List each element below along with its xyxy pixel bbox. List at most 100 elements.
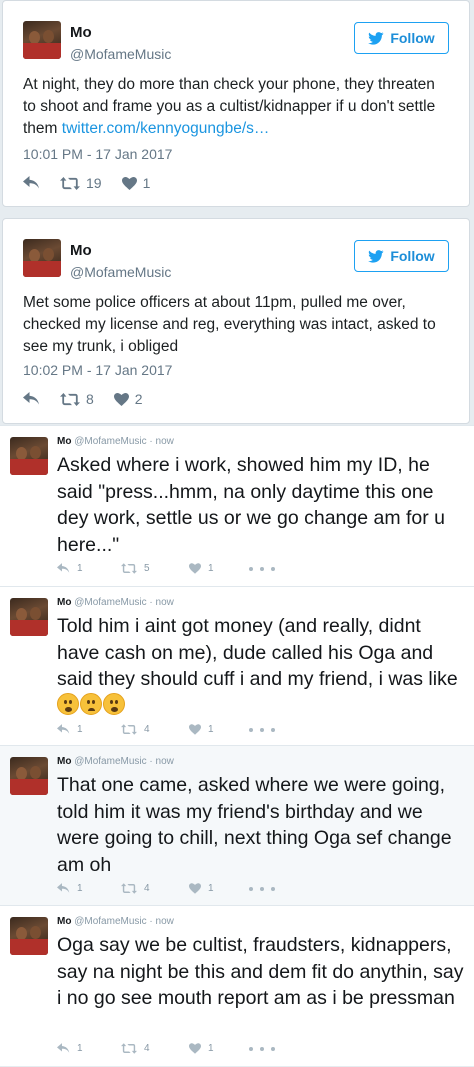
heart-icon <box>189 1043 201 1054</box>
tweet-time[interactable]: now <box>156 916 174 927</box>
like-count: 1 <box>208 883 214 894</box>
tweet-link[interactable]: twitter.com/kennyogungbe/s… <box>62 120 270 137</box>
tweet-actions: 1 4 1 <box>57 1043 275 1054</box>
tweet-text-content: That one came, asked where we were going… <box>57 774 452 876</box>
author-handle[interactable]: @MofameMusic <box>74 916 146 927</box>
tweet-text: Met some police officers at about 11pm, … <box>23 294 436 355</box>
reply-button[interactable]: 1 <box>57 883 121 894</box>
reply-icon <box>23 176 39 189</box>
tweet-time[interactable]: now <box>156 436 174 447</box>
avatar[interactable] <box>10 757 48 795</box>
retweet-icon <box>121 563 137 574</box>
embedded-tweet-card[interactable]: Mo @MofameMusic Follow At night, they do… <box>2 0 470 207</box>
retweet-button[interactable]: 4 <box>121 1043 189 1054</box>
like-button[interactable]: 1 <box>189 563 249 574</box>
retweet-count: 4 <box>144 1043 150 1054</box>
retweet-count: 4 <box>144 724 150 735</box>
retweet-button[interactable]: 4 <box>121 883 189 894</box>
retweet-icon <box>121 1043 137 1054</box>
twitter-bird-icon <box>368 249 384 263</box>
follow-button[interactable]: Follow <box>354 22 449 54</box>
worried-face-emoji <box>57 692 79 715</box>
author-handle[interactable]: @MofameMusic <box>74 597 146 608</box>
timeline-tweet[interactable]: Mo @MofameMusic · now Asked where i work… <box>0 425 474 586</box>
like-button[interactable]: 2 <box>113 391 143 407</box>
twitter-bird-icon <box>368 31 384 45</box>
tweet-timestamp[interactable]: 10:02 PM - 17 Jan 2017 <box>23 362 172 378</box>
tweet-text-content: Told him i aint got money (and really, d… <box>57 615 458 690</box>
timeline-tweet[interactable]: Mo @MofameMusic · now Told him i aint go… <box>0 586 474 747</box>
tweet-meta: Mo @MofameMusic · now <box>57 436 174 447</box>
like-button[interactable]: 1 <box>189 883 249 894</box>
reply-count: 1 <box>77 883 83 894</box>
tweet-time[interactable]: now <box>156 756 174 767</box>
author-handle[interactable]: @MofameMusic <box>74 436 146 447</box>
reply-icon <box>57 1043 70 1053</box>
follow-label: Follow <box>390 248 435 264</box>
reply-button[interactable]: 1 <box>57 563 121 574</box>
avatar[interactable] <box>10 917 48 955</box>
like-button[interactable]: 1 <box>189 1043 249 1054</box>
retweet-count: 19 <box>86 175 102 191</box>
author-name[interactable]: Mo <box>57 597 71 608</box>
avatar[interactable] <box>23 239 61 277</box>
like-button[interactable]: 1 <box>189 724 249 735</box>
author-name[interactable]: Mo <box>57 916 71 927</box>
tweet-text: At night, they do more than check your p… <box>23 76 436 137</box>
retweet-count: 4 <box>144 883 150 894</box>
reply-button[interactable] <box>23 176 40 190</box>
reply-button[interactable]: 1 <box>57 724 121 735</box>
follow-button[interactable]: Follow <box>354 240 449 272</box>
author-name[interactable]: Mo <box>57 756 71 767</box>
open-mouth-face-emoji <box>80 692 102 715</box>
heart-icon <box>189 724 201 735</box>
tweet-text: That one came, asked where we were going… <box>57 772 464 878</box>
author-handle[interactable]: @MofameMusic <box>70 46 171 62</box>
tweet-text: Told him i aint got money (and really, d… <box>57 613 464 719</box>
reply-icon <box>57 883 70 893</box>
author-handle[interactable]: @MofameMusic <box>74 756 146 767</box>
reply-count: 1 <box>77 563 83 574</box>
more-dots-icon[interactable] <box>249 886 275 891</box>
tweet-time[interactable]: now <box>156 597 174 608</box>
astonished-face-emoji <box>103 692 125 715</box>
like-count: 1 <box>208 1043 214 1054</box>
retweet-button[interactable]: 19 <box>60 175 102 191</box>
reply-button[interactable]: 1 <box>57 1043 121 1054</box>
tweet-actions: 19 1 <box>23 175 170 191</box>
retweet-count: 5 <box>144 563 150 574</box>
heart-icon <box>121 176 137 190</box>
timeline-tweet[interactable]: Mo @MofameMusic · now That one came, ask… <box>0 745 474 906</box>
avatar[interactable] <box>10 437 48 475</box>
tweet-meta: Mo @MofameMusic · now <box>57 756 174 767</box>
author-handle[interactable]: @MofameMusic <box>70 264 171 280</box>
retweet-button[interactable]: 4 <box>121 724 189 735</box>
tweet-text-content: Oga say we be cultist, fraudsters, kidna… <box>57 934 464 1009</box>
like-count: 1 <box>208 724 214 735</box>
tweet-timestamp[interactable]: 10:01 PM - 17 Jan 2017 <box>23 146 172 162</box>
timeline-tweet[interactable]: Mo @MofameMusic · now Oga say we be cult… <box>0 905 474 1066</box>
author-name[interactable]: Mo <box>70 24 92 41</box>
like-count: 2 <box>134 391 143 407</box>
retweet-icon <box>121 883 137 894</box>
retweet-button[interactable]: 8 <box>60 391 94 407</box>
retweet-icon <box>60 392 80 406</box>
embedded-tweet-card[interactable]: Mo @MofameMusic Follow Met some police o… <box>2 218 470 424</box>
heart-icon <box>113 392 129 406</box>
more-dots-icon[interactable] <box>249 727 275 732</box>
author-name[interactable]: Mo <box>57 436 71 447</box>
tweet-actions: 8 2 <box>23 391 163 407</box>
reply-button[interactable] <box>23 392 40 406</box>
tweet-text: Oga say we be cultist, fraudsters, kidna… <box>57 932 464 1012</box>
tweet-actions: 1 5 1 <box>57 563 275 574</box>
retweet-button[interactable]: 5 <box>121 563 189 574</box>
avatar[interactable] <box>10 598 48 636</box>
author-name[interactable]: Mo <box>70 242 92 259</box>
reply-count: 1 <box>77 1043 83 1054</box>
tweet-actions: 1 4 1 <box>57 883 275 894</box>
more-dots-icon[interactable] <box>249 1046 275 1051</box>
like-button[interactable]: 1 <box>121 175 150 191</box>
avatar[interactable] <box>23 21 61 59</box>
more-dots-icon[interactable] <box>249 566 275 571</box>
retweet-count: 8 <box>86 391 94 407</box>
